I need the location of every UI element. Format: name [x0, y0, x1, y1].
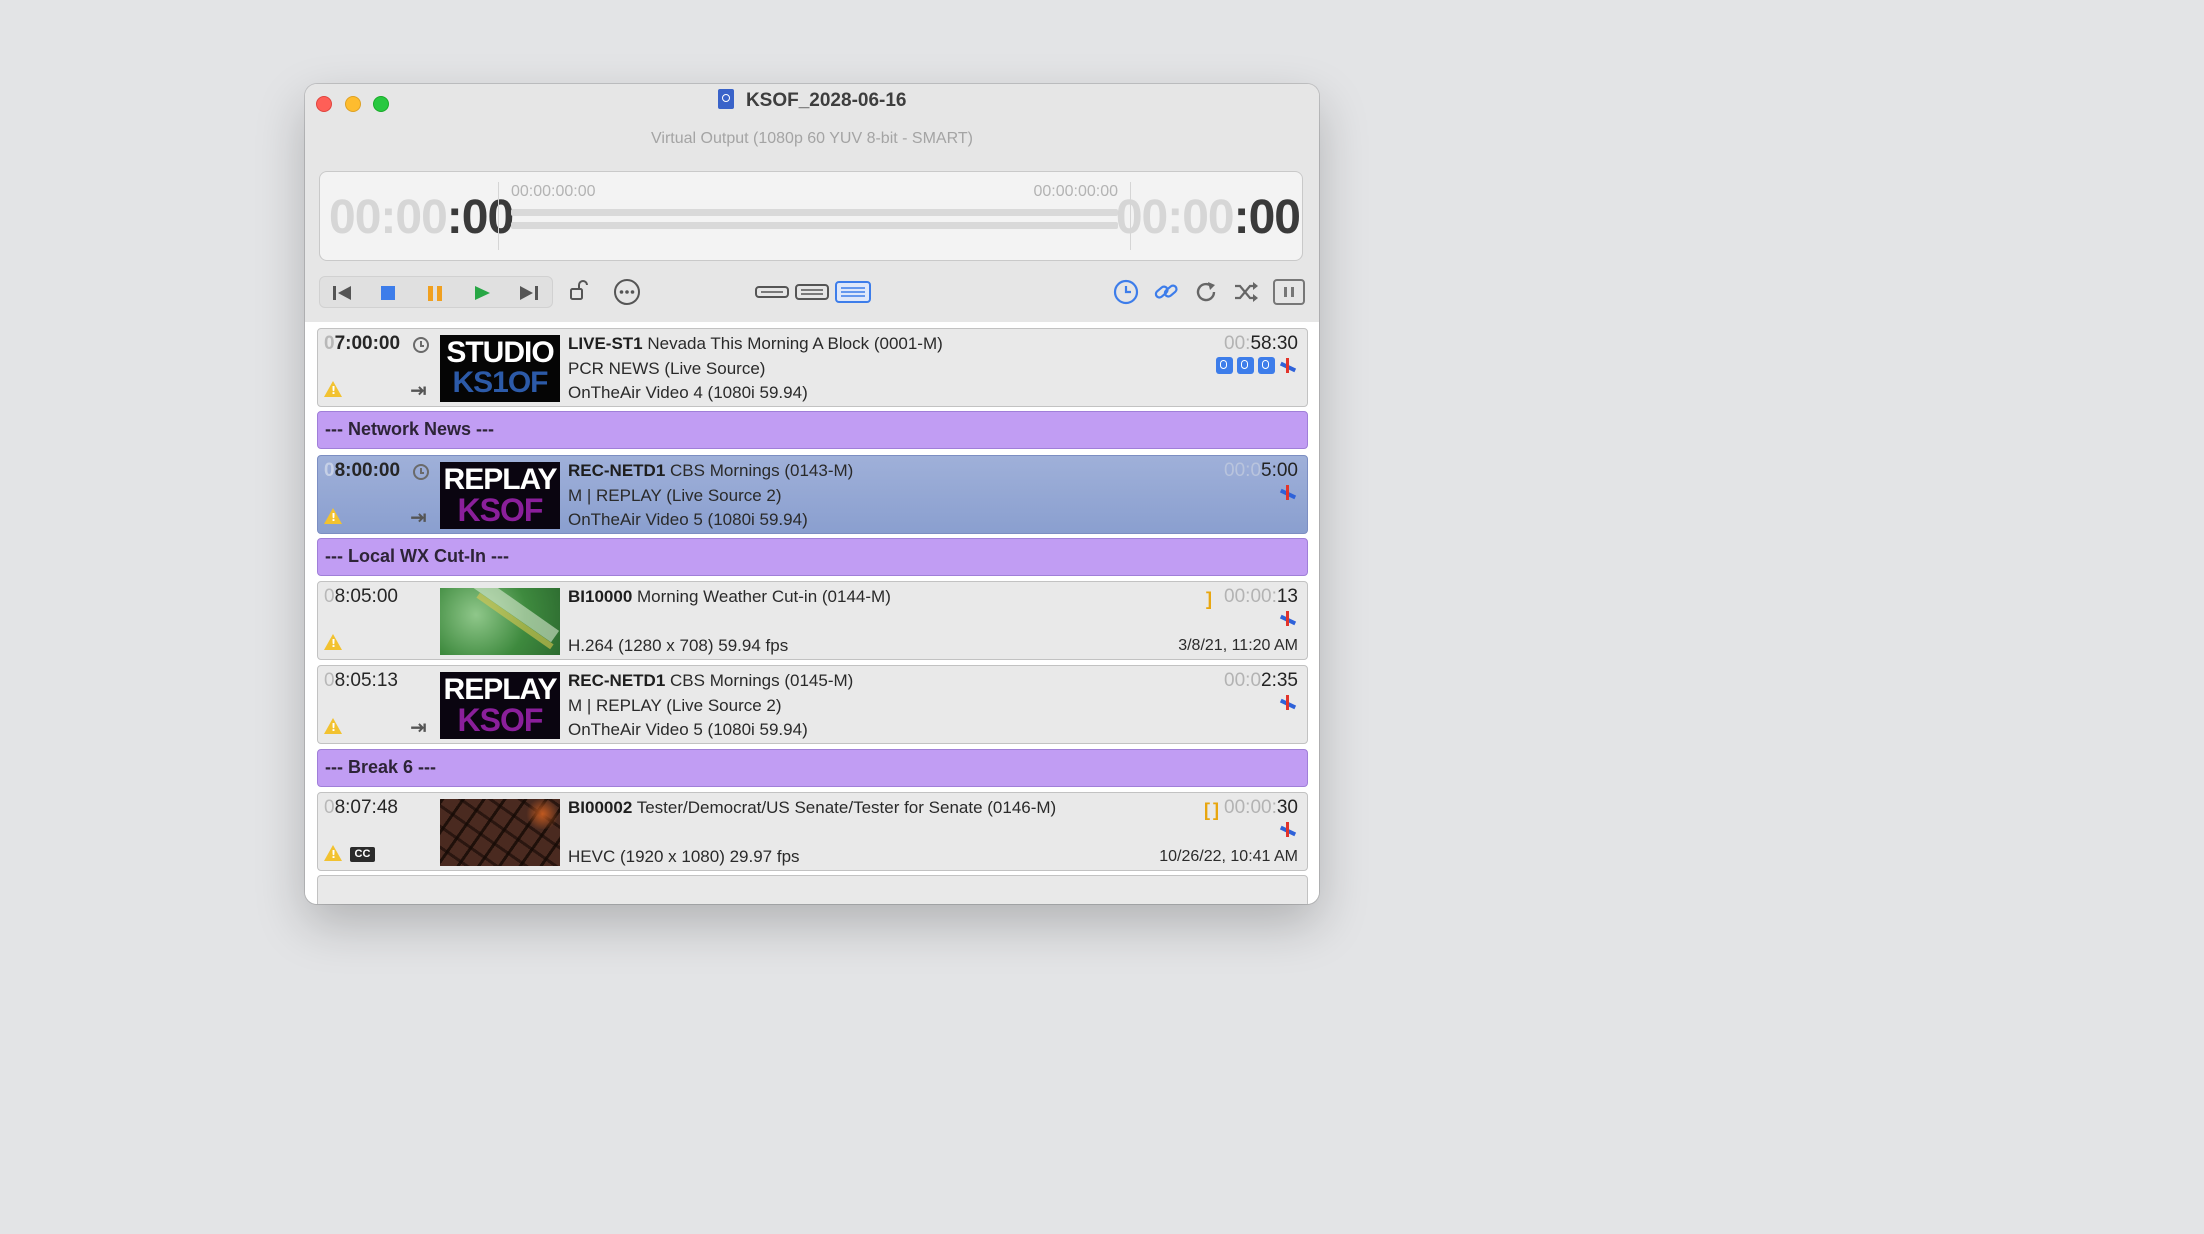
- duration: 00:05:00: [1224, 460, 1298, 481]
- pause-icon[interactable]: [427, 285, 443, 302]
- section-header[interactable]: --- Network News ---: [317, 411, 1308, 449]
- warning-icon: [324, 381, 342, 397]
- secondary-event-icon: [1237, 357, 1254, 374]
- event-source: PCR NEWS (Live Source): [568, 359, 766, 378]
- row-size-medium-icon[interactable]: [795, 283, 829, 301]
- event-badges: [1275, 610, 1298, 628]
- play-icon[interactable]: [473, 284, 491, 302]
- start-time: 08:05:13: [324, 670, 398, 691]
- media-format: H.264 (1280 x 708) 59.94 fps: [568, 636, 789, 655]
- thumbnail: STUDIO KS1OF: [440, 335, 560, 402]
- no-network-icon: [1278, 484, 1298, 502]
- stop-icon[interactable]: [380, 285, 396, 301]
- event-source: M | REPLAY (Live Source 2): [568, 696, 782, 715]
- thumbnail: [440, 588, 560, 655]
- media-date: 3/8/21, 11:20 AM: [1178, 637, 1298, 654]
- shuffle-icon[interactable]: [1233, 281, 1259, 303]
- unlock-icon[interactable]: [569, 280, 589, 302]
- duration: 00:58:30: [1224, 333, 1298, 354]
- event-title: REC-NETD1 CBS Mornings (0145-M): [568, 671, 854, 690]
- media-format: HEVC (1920 x 1080) 29.97 fps: [568, 847, 800, 866]
- thumbnail: REPLAY KSOF: [440, 672, 560, 739]
- thumbnail: [440, 799, 560, 866]
- media-date: 10/26/22, 10:41 AM: [1159, 848, 1298, 865]
- warning-icon: [324, 845, 342, 861]
- playlist: 07:00:00 ⇥ STUDIO KS1OF LIVE-ST1 Nevada …: [305, 322, 1319, 904]
- jump-to-icon: ⇥: [410, 380, 427, 402]
- start-time: 08:00:00: [324, 460, 401, 481]
- link-icon[interactable]: [1153, 280, 1179, 304]
- title-bar: KSOF_2028-06-16: [305, 89, 1319, 114]
- timer-divider-left: [498, 182, 499, 250]
- duration: 00:02:35: [1224, 670, 1298, 691]
- timed-start-icon: [413, 464, 429, 480]
- secondary-event-icon: [1258, 357, 1275, 374]
- event-output: OnTheAir Video 5 (1080i 59.94): [568, 510, 808, 529]
- timecode-start: 00:00:00:00: [511, 183, 596, 200]
- repeat-icon[interactable]: [1195, 280, 1219, 304]
- start-time: 08:07:48: [324, 797, 398, 818]
- progress-bar-bottom[interactable]: [511, 222, 1118, 229]
- event-badges: [1212, 357, 1298, 375]
- jump-to-icon: ⇥: [410, 717, 427, 739]
- warning-icon: [324, 508, 342, 524]
- timecode-end: 00:00:00:00: [1033, 183, 1118, 200]
- no-network-icon: [1278, 357, 1298, 375]
- document-icon: [717, 89, 734, 109]
- start-time: 07:00:00: [324, 333, 401, 354]
- out-point-icon: ]: [1206, 589, 1212, 609]
- skip-back-icon[interactable]: [332, 284, 352, 302]
- elapsed-clock: 00:00:00: [329, 191, 514, 244]
- event-output: OnTheAir Video 5 (1080i 59.94): [568, 720, 808, 739]
- event-badges: [1275, 484, 1298, 502]
- no-network-icon: [1278, 610, 1298, 628]
- event-output: OnTheAir Video 4 (1080i 59.94): [568, 383, 808, 402]
- event-title: REC-NETD1 CBS Mornings (0143-M): [568, 461, 854, 480]
- progress-bar-top[interactable]: [511, 209, 1118, 216]
- warning-icon: [324, 718, 342, 734]
- skip-forward-icon[interactable]: [519, 284, 539, 302]
- start-time: 08:05:00: [324, 586, 398, 607]
- event-title: BI10000 Morning Weather Cut-in (0144-M): [568, 587, 891, 606]
- timed-start-icon: [413, 337, 429, 353]
- duration: 00:00:30: [1224, 797, 1298, 818]
- secondary-event-icon: [1216, 357, 1233, 374]
- transport-toolbar: [319, 276, 1305, 308]
- row-size-small-icon[interactable]: [755, 284, 789, 300]
- event-row[interactable]: 08:07:48 CC BI00002 Tester/Democrat/US S…: [317, 792, 1308, 871]
- event-badges: [1275, 821, 1298, 839]
- event-row[interactable]: 08:05:00 BI10000 Morning Weather Cut-in …: [317, 581, 1308, 660]
- event-row[interactable]: 08:05:13 ⇥ REPLAY KSOF REC-NETD1 CBS Mor…: [317, 665, 1308, 744]
- duration: 00:00:13: [1224, 586, 1298, 607]
- event-row[interactable]: [317, 875, 1308, 904]
- section-header[interactable]: --- Local WX Cut-In ---: [317, 538, 1308, 576]
- warning-icon: [324, 634, 342, 650]
- event-title: LIVE-ST1 Nevada This Morning A Block (00…: [568, 334, 943, 353]
- transport-controls: [319, 276, 553, 308]
- event-source: M | REPLAY (Live Source 2): [568, 486, 782, 505]
- event-badges: [1275, 694, 1298, 712]
- pause-box-icon[interactable]: [1273, 279, 1305, 305]
- more-options-icon[interactable]: [613, 278, 641, 306]
- playlist-window: KSOF_2028-06-16 Virtual Output (1080p 60…: [305, 84, 1319, 904]
- jump-to-icon: ⇥: [410, 507, 427, 529]
- event-row[interactable]: 07:00:00 ⇥ STUDIO KS1OF LIVE-ST1 Nevada …: [317, 328, 1308, 407]
- timer-panel: 00:00:00 00:00:00:00 00:00:00:00 00:00:0…: [319, 171, 1303, 261]
- in-out-point-icon: [ ]: [1204, 800, 1219, 820]
- clock-icon[interactable]: [1113, 279, 1139, 305]
- section-header[interactable]: --- Break 6 ---: [317, 749, 1308, 787]
- closed-caption-badge: CC: [350, 847, 375, 862]
- thumbnail: REPLAY KSOF: [440, 462, 560, 529]
- no-network-icon: [1278, 694, 1298, 712]
- output-description: Virtual Output (1080p 60 YUV 8-bit - SMA…: [651, 130, 973, 147]
- window-chrome: KSOF_2028-06-16 Virtual Output (1080p 60…: [305, 84, 1319, 323]
- no-network-icon: [1278, 821, 1298, 839]
- event-row-selected[interactable]: 08:00:00 ⇥ REPLAY KSOF REC-NETD1 CBS Mor…: [317, 455, 1308, 534]
- event-title: BI00002 Tester/Democrat/US Senate/Tester…: [568, 798, 1057, 817]
- window-title: KSOF_2028-06-16: [745, 90, 907, 111]
- remaining-clock: 00:00:00: [1115, 191, 1301, 244]
- row-size-large-icon[interactable]: [835, 281, 871, 303]
